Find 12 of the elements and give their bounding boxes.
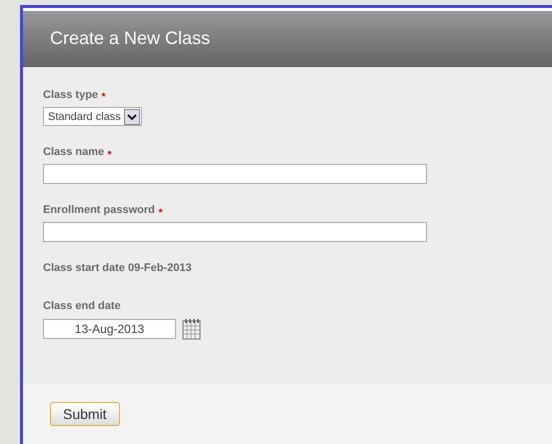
field-label: Enrollment password [43,204,155,216]
start-date-text: Class start date 09-Feb-2013 [43,262,192,274]
date-field[interactable]: 13-Aug-2013 [43,319,176,340]
text-field[interactable] [43,164,427,184]
field-label: Class name [43,146,104,158]
text-field[interactable] [43,222,427,242]
submit-button[interactable]: Submit [50,402,120,426]
field-label: Class end date [43,300,121,312]
field-label: Class type [43,88,98,101]
calendar-icon[interactable] [182,318,201,340]
class-type-dropdown[interactable]: Standard class [43,107,142,126]
page-title: Create a New Class [50,28,210,49]
